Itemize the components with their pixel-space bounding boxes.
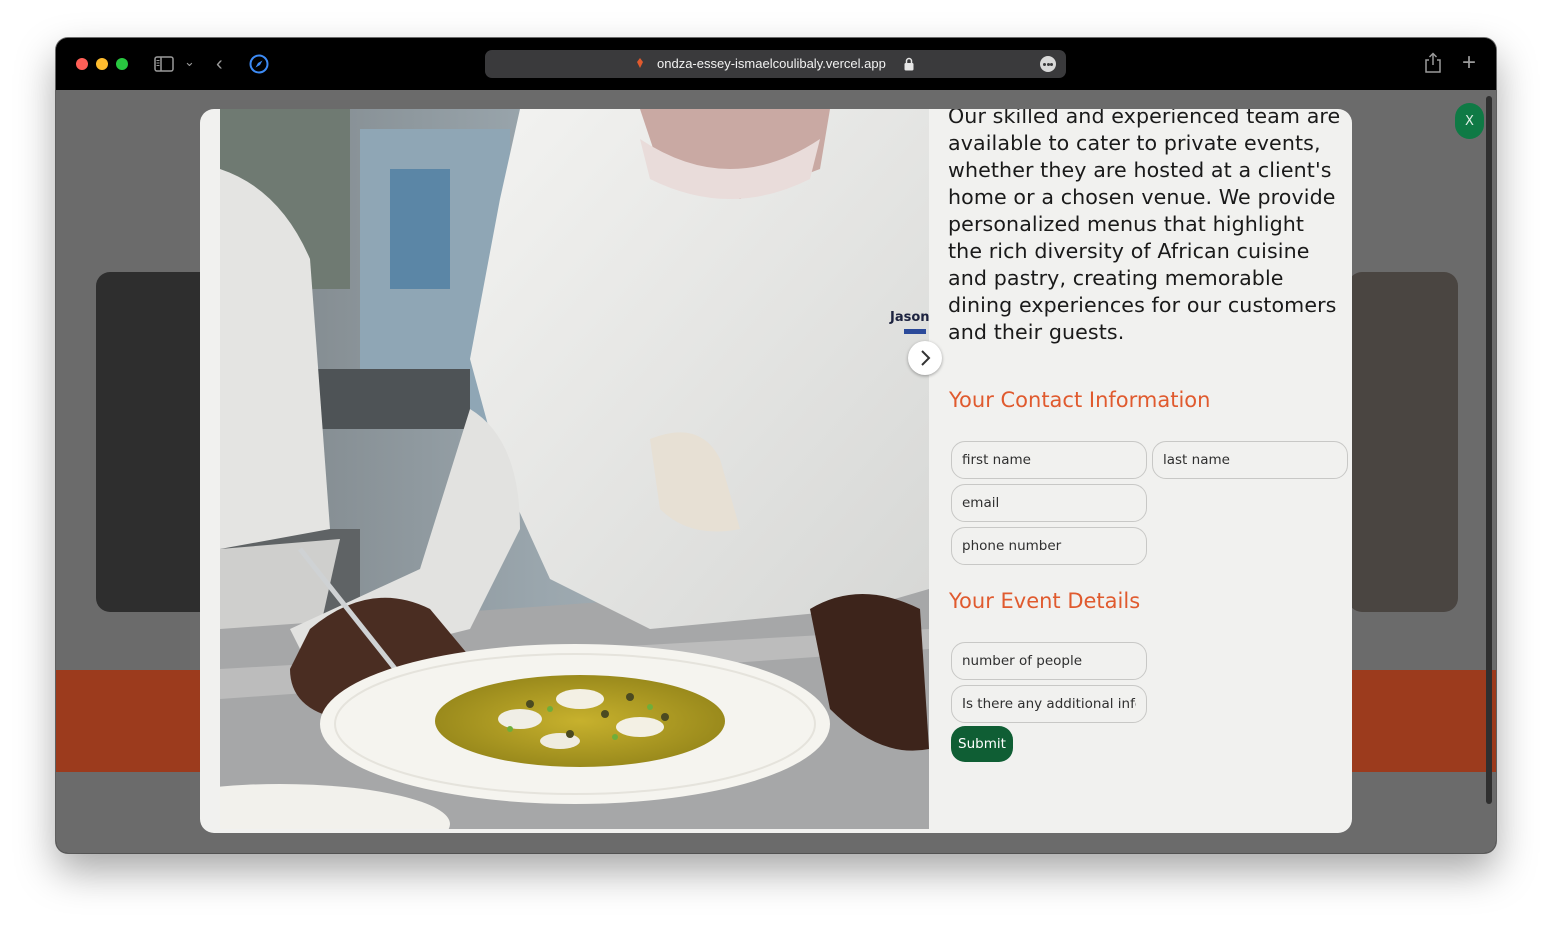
event-section-title: Your Event Details (949, 589, 1141, 613)
chef-photo-illustration: Jason (220, 109, 929, 829)
chef-plating-photo: Jason (220, 109, 929, 829)
lock-icon (904, 57, 914, 71)
page-viewport: Jason Our skilled and experienced team a… (56, 90, 1496, 853)
address-bar[interactable]: ondza-essey-ismaelcoulibaly.vercel.app (485, 50, 1066, 78)
close-modal-button[interactable]: X (1455, 103, 1484, 139)
site-favicon-icon (637, 58, 643, 68)
chevron-down-icon[interactable]: ⌄ (184, 54, 195, 70)
new-tab-icon[interactable]: + (1462, 49, 1476, 77)
share-icon[interactable] (1424, 52, 1442, 74)
submit-button[interactable]: Submit (951, 726, 1013, 762)
additional-info-input[interactable] (951, 685, 1147, 723)
zoom-window-button[interactable] (116, 58, 128, 70)
last-name-input[interactable] (1152, 441, 1348, 479)
event-booking-modal: Jason Our skilled and experienced team a… (200, 109, 1352, 833)
background-card (1348, 272, 1458, 612)
number-of-people-input[interactable] (951, 642, 1147, 680)
scrollbar[interactable] (1486, 96, 1492, 804)
first-name-input[interactable] (951, 441, 1147, 479)
next-image-button[interactable] (908, 341, 942, 375)
coat-embroidery-text: Jason (889, 310, 929, 325)
minimize-window-button[interactable] (96, 58, 108, 70)
sidebar-icon[interactable] (154, 56, 174, 72)
back-icon[interactable]: ‹ (216, 53, 223, 76)
url-text: ondza-essey-ismaelcoulibaly.vercel.app (657, 56, 886, 71)
compass-icon[interactable] (249, 54, 269, 74)
contact-section-title: Your Contact Information (949, 388, 1211, 412)
chevron-right-icon (921, 350, 931, 366)
more-icon[interactable] (1040, 56, 1056, 72)
email-input[interactable] (951, 484, 1147, 522)
service-description: Our skilled and experienced team are ava… (948, 109, 1341, 344)
browser-toolbar: ⌄ ‹ ondza-essey-ismaelcoulibaly.vercel.a… (56, 38, 1496, 90)
background-card (96, 272, 216, 612)
phone-number-input[interactable] (951, 527, 1147, 565)
close-window-button[interactable] (76, 58, 88, 70)
browser-window: ⌄ ‹ ondza-essey-ismaelcoulibaly.vercel.a… (56, 38, 1496, 853)
